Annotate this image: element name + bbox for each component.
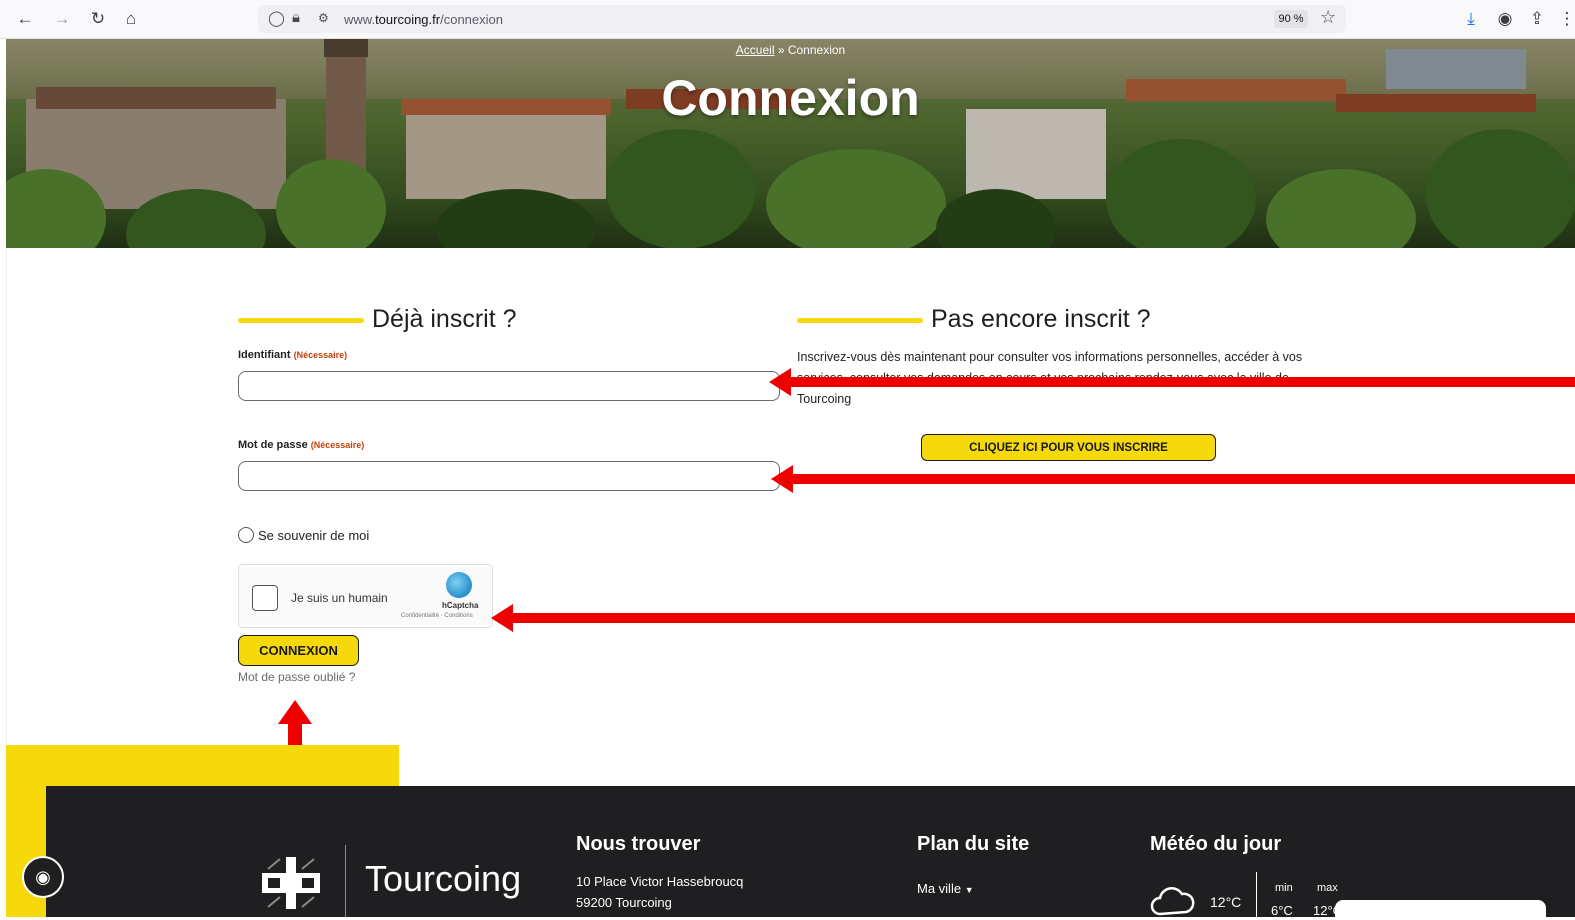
footer-address-line1: 10 Place Victor Hassebroucq	[576, 874, 744, 889]
weather-temp-now: 12°C	[1210, 894, 1242, 910]
captcha-brand: hCaptcha	[442, 601, 479, 610]
signup-button[interactable]: CLIQUEZ ICI POUR VOUS INSCRIRE	[921, 434, 1216, 461]
download-icon[interactable]: ⤓	[1461, 9, 1481, 29]
identifier-required: (Nécessaire)	[293, 350, 348, 360]
remember-me-radio[interactable]	[238, 527, 254, 543]
password-input[interactable]	[238, 461, 780, 491]
lock-icon[interactable]: 🔒︎	[292, 9, 300, 26]
breadcrumb: Accueil » Connexion	[735, 43, 846, 57]
home-icon[interactable]: ⌂	[121, 9, 141, 29]
footer-sitemap-item[interactable]: Ma ville ▼	[917, 881, 974, 896]
password-required: (Nécessaire)	[310, 440, 365, 450]
extensions-icon[interactable]: ⇪	[1527, 9, 1547, 29]
weather-max-label: max	[1317, 882, 1338, 894]
footer-weather-title: Météo du jour	[1150, 833, 1282, 855]
hero-banner: Accueil » Connexion Connexion	[6, 39, 1575, 248]
footer-find-title: Nous trouver	[576, 833, 701, 855]
back-arrow-icon[interactable]: ←	[15, 9, 35, 29]
accessibility-eye-icon[interactable]: ◉	[22, 856, 64, 898]
captcha-checkbox[interactable]	[252, 585, 278, 611]
zoom-level[interactable]: 90 %	[1274, 10, 1308, 28]
chevron-down-icon: ▼	[964, 885, 974, 895]
remember-me-label[interactable]: Se souvenir de moi	[258, 528, 369, 543]
bookmark-star-icon[interactable]: ☆	[1320, 7, 1336, 28]
password-label: Mot de passe (Nécessaire)	[238, 439, 365, 451]
login-heading-bar	[238, 318, 364, 323]
login-heading: Déjà inscrit ?	[372, 305, 517, 333]
signup-heading: Pas encore inscrit ?	[931, 305, 1151, 333]
browser-toolbar: ← → ↻ ⌂ ◯ 🔒︎ ⚙ www.tourcoing.fr/connexio…	[0, 0, 1575, 39]
annotation-arrow-identifier	[790, 377, 1575, 387]
cloud-icon	[1150, 887, 1195, 916]
annotation-arrow-password	[792, 474, 1575, 484]
breadcrumb-current: Connexion	[787, 43, 846, 57]
signup-heading-bar	[797, 318, 923, 323]
footer-address-line2: 59200 Tourcoing	[576, 895, 672, 910]
annotation-arrow-captcha	[512, 613, 1575, 623]
shield-icon[interactable]: ◯	[268, 9, 285, 27]
hcaptcha-logo-icon	[446, 572, 472, 598]
annotation-arrowhead	[771, 465, 793, 493]
footer-brand[interactable]: Tourcoing	[365, 858, 521, 900]
annotation-arrowhead	[491, 604, 513, 632]
breadcrumb-home-link[interactable]: Accueil	[736, 43, 775, 57]
identifier-input[interactable]	[238, 371, 780, 401]
hcaptcha-widget: Je suis un humain hCaptcha Confidentiali…	[238, 564, 493, 628]
annotation-arrowhead	[278, 700, 312, 724]
tourcoing-logo-icon[interactable]	[262, 857, 320, 909]
identifier-label: Identifiant (Nécessaire)	[238, 349, 348, 361]
account-icon[interactable]: ◉	[1495, 9, 1515, 29]
weather-min-value: 6°C	[1271, 903, 1293, 918]
permissions-icon[interactable]: ⚙	[318, 11, 329, 25]
url-text[interactable]: www.tourcoing.fr/connexion	[344, 12, 503, 27]
address-bar[interactable]: ◯ 🔒︎ ⚙ www.tourcoing.fr/connexion	[258, 5, 1346, 33]
captcha-label: Je suis un humain	[291, 591, 388, 605]
weather-min-label: min	[1275, 882, 1293, 894]
footer-sitemap-title: Plan du site	[917, 833, 1030, 855]
cookie-panel[interactable]	[1335, 900, 1546, 920]
forward-arrow-icon[interactable]: →	[52, 9, 72, 29]
forgot-password-link[interactable]: Mot de passe oublié ?	[238, 670, 355, 684]
reload-icon[interactable]: ↻	[88, 9, 108, 29]
login-submit-button[interactable]: CONNEXION	[238, 635, 359, 666]
captcha-links[interactable]: Confidentialité · Conditions	[401, 613, 473, 619]
annotation-arrowhead	[769, 368, 791, 396]
page-title: Connexion	[661, 70, 920, 126]
menu-icon[interactable]: ⋮	[1557, 9, 1575, 29]
